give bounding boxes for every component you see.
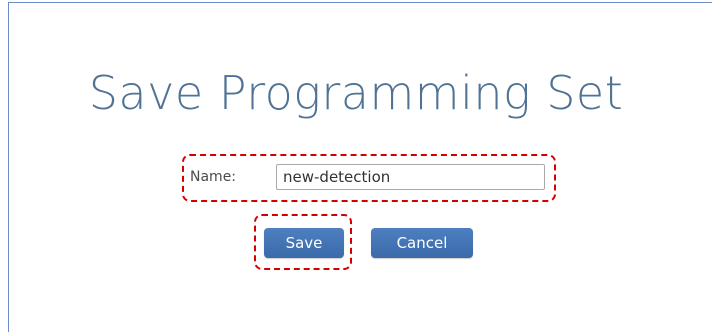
name-input[interactable] xyxy=(276,164,545,190)
name-label: Name: xyxy=(190,169,237,185)
cancel-button[interactable]: Cancel xyxy=(371,228,473,258)
save-button[interactable]: Save xyxy=(264,228,344,258)
name-field-highlight: Name: xyxy=(182,154,556,202)
dialog-title: Save Programming Set xyxy=(88,66,624,120)
